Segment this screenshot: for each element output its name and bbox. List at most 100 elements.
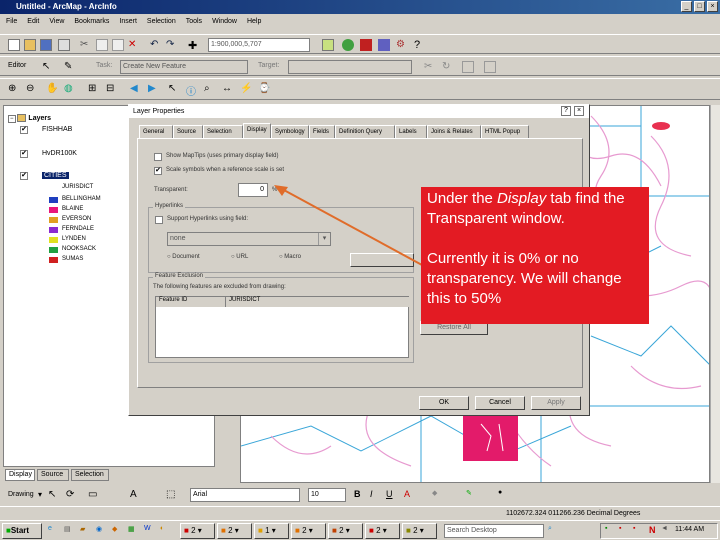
quicklaunch-word-icon[interactable]: W — [144, 525, 156, 537]
tray-app-icon[interactable]: N — [649, 525, 656, 535]
open-icon[interactable] — [24, 39, 36, 51]
close-button[interactable]: × — [707, 1, 718, 12]
cut-icon[interactable]: ✂ — [80, 39, 92, 51]
taskbar-group-button[interactable]: ■ 1 ▾ — [254, 523, 289, 539]
menu-help[interactable]: Help — [247, 18, 261, 25]
copy-icon[interactable] — [96, 39, 108, 51]
marker-color-icon[interactable]: ● — [498, 489, 510, 501]
tray-antivirus-icon[interactable]: ▪ — [633, 525, 635, 532]
new-icon[interactable] — [8, 39, 20, 51]
undo-icon[interactable]: ↶ — [150, 39, 162, 51]
map-scale-field[interactable]: 1:900,000,5,707 — [208, 38, 310, 52]
menu-window[interactable]: Window — [212, 18, 237, 25]
select-arrow-icon[interactable]: ▾ — [38, 490, 42, 499]
taskbar-group-button[interactable]: ■ 2 ▾ — [180, 523, 215, 539]
forward-extent-icon[interactable]: ▶ — [148, 83, 160, 95]
quicklaunch-excel-icon[interactable]: ▦ — [128, 525, 140, 537]
map-vertical-scrollbar[interactable] — [710, 105, 720, 483]
split-tool-icon[interactable]: ✂ — [424, 61, 436, 73]
tab-display[interactable]: Display — [243, 123, 271, 139]
editor-menu[interactable]: Editor — [8, 62, 26, 69]
menu-tools[interactable]: Tools — [186, 18, 202, 25]
tab-selection[interactable]: Selection — [203, 125, 243, 138]
search-desktop-input[interactable]: Search Desktop — [444, 524, 544, 538]
menu-view[interactable]: View — [49, 18, 64, 25]
drawing-menu[interactable]: Drawing — [8, 491, 34, 498]
print-icon[interactable] — [58, 39, 70, 51]
taskbar-group-button[interactable]: ■ 2 ▾ — [365, 523, 400, 539]
editor-toolbar-icon[interactable] — [322, 39, 334, 51]
arccatalog-icon[interactable] — [360, 39, 372, 51]
edit-vertices-icon[interactable]: ⬚ — [166, 489, 178, 501]
show-maptips-checkbox[interactable] — [154, 153, 162, 161]
font-dropdown[interactable]: Arial — [190, 488, 300, 502]
command-line-icon[interactable] — [378, 39, 390, 51]
ok-button[interactable]: OK — [419, 396, 469, 410]
legend-swatch[interactable] — [49, 207, 58, 213]
cancel-button[interactable]: Cancel — [475, 396, 525, 410]
scale-symbols-checkbox[interactable]: ✔ — [154, 167, 162, 175]
menu-edit[interactable]: Edit — [27, 18, 39, 25]
excluded-features-list[interactable]: Feature ID JURISDICT — [155, 296, 410, 358]
support-hyperlinks-checkbox[interactable] — [155, 216, 163, 224]
jurisdict-column-header[interactable]: JURISDICT — [226, 297, 410, 307]
line-color-icon[interactable]: ✎ — [466, 489, 478, 501]
menu-selection[interactable]: Selection — [147, 18, 176, 25]
help-icon[interactable]: ? — [414, 39, 426, 51]
delete-icon[interactable]: ✕ — [128, 39, 140, 51]
font-color-icon[interactable]: A — [404, 489, 416, 501]
modelbuilder-icon[interactable]: ⚙ — [396, 39, 408, 51]
fixed-zoom-in-icon[interactable]: ⊞ — [88, 83, 100, 95]
tab-definition-query[interactable]: Definition Query — [335, 125, 395, 138]
taskbar-group-button[interactable]: ■ 2 ▾ — [291, 523, 326, 539]
start-button[interactable]: ■Start — [2, 523, 42, 539]
taskbar-group-button[interactable]: ■ 2 ▾ — [402, 523, 437, 539]
quicklaunch-arc-icon[interactable]: ◐ — [160, 525, 172, 537]
toc-tab-source[interactable]: Source — [37, 469, 69, 481]
redo-icon[interactable]: ↷ — [166, 39, 178, 51]
save-icon[interactable] — [40, 39, 52, 51]
tab-source[interactable]: Source — [173, 125, 203, 138]
legend-swatch[interactable] — [49, 217, 58, 223]
task-dropdown[interactable]: Create New Feature — [120, 60, 248, 74]
time-slider-icon[interactable]: ⌚ — [258, 83, 270, 95]
full-extent-icon[interactable]: ◍ — [64, 83, 76, 95]
zoom-in-icon[interactable]: ⊕ — [8, 83, 20, 95]
quicklaunch-ie-icon[interactable]: e — [48, 525, 60, 537]
quicklaunch-media-icon[interactable]: ◉ — [96, 525, 108, 537]
document-radio[interactable]: ○ Document — [167, 254, 200, 260]
legend-swatch[interactable] — [49, 197, 58, 203]
menu-bookmarks[interactable]: Bookmarks — [74, 18, 109, 25]
feature-id-column-header[interactable]: Feature ID — [156, 297, 226, 307]
underline-icon[interactable]: U — [386, 489, 398, 501]
toc-tab-display[interactable]: Display — [5, 469, 35, 481]
menu-file[interactable]: File — [6, 18, 17, 25]
text-icon[interactable]: A — [130, 489, 142, 501]
identify-icon[interactable]: ⓘ — [186, 83, 198, 98]
font-size-dropdown[interactable]: 10 — [308, 488, 346, 502]
sketch-properties-icon[interactable] — [484, 61, 496, 73]
zoom-out-icon[interactable]: ⊖ — [26, 83, 38, 95]
tab-symbology[interactable]: Symbology — [271, 125, 309, 138]
tab-labels[interactable]: Labels — [395, 125, 427, 138]
fill-color-icon[interactable]: ◆ — [432, 489, 444, 501]
add-data-icon[interactable]: ✚ — [188, 39, 200, 52]
tab-general[interactable]: General — [139, 125, 173, 138]
tray-security-icon[interactable]: ▪ — [619, 525, 621, 532]
toc-layer-fishhab[interactable]: ✔ FISHHAB — [20, 126, 72, 134]
layers-root[interactable]: − Layers — [8, 114, 51, 123]
back-extent-icon[interactable]: ◀ — [130, 83, 142, 95]
dialog-close-icon[interactable]: × — [574, 106, 584, 116]
url-radio[interactable]: ○ URL — [231, 254, 248, 260]
menu-insert[interactable]: Insert — [119, 18, 137, 25]
tab-joins-relates[interactable]: Joins & Relates — [427, 125, 481, 138]
layer-visibility-checkbox[interactable]: ✔ — [20, 150, 28, 158]
hyperlink-icon[interactable]: ⚡ — [240, 83, 252, 95]
pan-icon[interactable]: ✋ — [46, 83, 58, 95]
select-elements-icon[interactable]: ↖ — [168, 83, 180, 95]
target-dropdown[interactable] — [288, 60, 412, 74]
toc-layer-cities[interactable]: ✔ CITIES — [20, 172, 69, 180]
fixed-zoom-out-icon[interactable]: ⊟ — [106, 83, 118, 95]
toc-layer-hvdr100k[interactable]: ✔ HvDR100K — [20, 150, 77, 158]
italic-icon[interactable]: I — [370, 489, 382, 501]
